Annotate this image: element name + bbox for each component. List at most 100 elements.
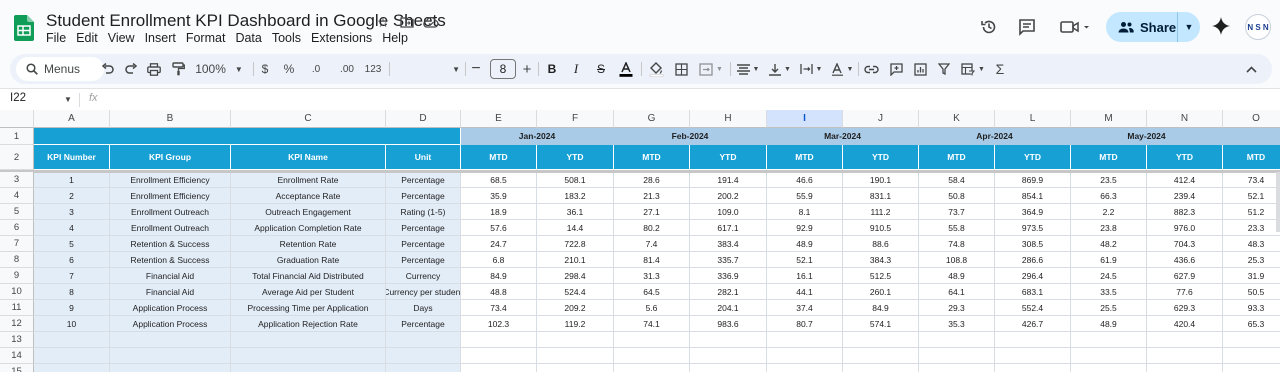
- data-cell[interactable]: Enrollment Efficiency: [110, 188, 231, 204]
- data-cell[interactable]: 24.5: [1071, 268, 1147, 284]
- sub-header-ytd[interactable]: YTD: [843, 145, 919, 170]
- paint-format-icon[interactable]: [169, 54, 187, 84]
- data-cell[interactable]: Outreach Engagement: [231, 204, 386, 220]
- data-cell[interactable]: Currency per student: [386, 284, 461, 300]
- data-cell[interactable]: 976.0: [1147, 220, 1223, 236]
- data-cell[interactable]: 512.5: [843, 268, 919, 284]
- more-formats-button[interactable]: 123: [363, 54, 383, 84]
- data-cell[interactable]: Retention Rate: [231, 236, 386, 252]
- sub-header-ytd[interactable]: YTD: [1147, 145, 1223, 170]
- google-sheets-logo-icon[interactable]: [14, 15, 34, 41]
- chevron-down-icon[interactable]: ▼: [64, 95, 72, 104]
- month-header[interactable]: Mar-2024: [767, 128, 919, 145]
- data-cell[interactable]: 260.1: [843, 284, 919, 300]
- data-cell[interactable]: 92.9: [767, 220, 843, 236]
- select-all-corner[interactable]: [0, 110, 34, 128]
- empty-cell[interactable]: [386, 348, 461, 364]
- data-cell[interactable]: Financial Aid: [110, 268, 231, 284]
- undo-icon[interactable]: [98, 54, 116, 84]
- data-cell[interactable]: 7.4: [614, 236, 690, 252]
- data-cell[interactable]: Graduation Rate: [231, 252, 386, 268]
- text-rotation-icon[interactable]: ▼: [828, 54, 856, 84]
- row-header-7[interactable]: 7: [0, 236, 34, 252]
- data-cell[interactable]: 882.3: [1147, 204, 1223, 220]
- empty-cell[interactable]: [386, 364, 461, 372]
- month-header[interactable]: Apr-2024: [919, 128, 1071, 145]
- insert-link-icon[interactable]: [862, 54, 880, 84]
- data-cell[interactable]: 6: [34, 252, 110, 268]
- empty-cell[interactable]: [110, 348, 231, 364]
- data-cell[interactable]: 8.1: [767, 204, 843, 220]
- month-header[interactable]: Feb-2024: [614, 128, 767, 145]
- month-header-next[interactable]: [1223, 128, 1280, 145]
- data-cell[interactable]: 73.7: [919, 204, 995, 220]
- data-cell[interactable]: 64.5: [614, 284, 690, 300]
- empty-cell[interactable]: [767, 348, 843, 364]
- search-menus-button[interactable]: Menus: [16, 57, 104, 81]
- data-cell[interactable]: 2: [34, 188, 110, 204]
- data-cell[interactable]: 6.8: [461, 252, 537, 268]
- data-cell[interactable]: 64.1: [919, 284, 995, 300]
- text-color-icon[interactable]: [616, 54, 636, 84]
- month-header[interactable]: May-2024: [1071, 128, 1223, 145]
- data-cell[interactable]: 383.4: [690, 236, 767, 252]
- column-header-b[interactable]: B: [110, 110, 231, 128]
- row-header-12[interactable]: 12: [0, 316, 34, 332]
- row-header-11[interactable]: 11: [0, 300, 34, 316]
- column-title-kpi-group[interactable]: KPI Group: [110, 145, 231, 170]
- move-to-folder-icon[interactable]: [397, 12, 417, 32]
- row-header-6[interactable]: 6: [0, 220, 34, 236]
- empty-cell[interactable]: [461, 348, 537, 364]
- sub-header-mtd[interactable]: MTD: [767, 145, 843, 170]
- data-cell[interactable]: 50.8: [919, 188, 995, 204]
- data-cell[interactable]: 282.1: [690, 284, 767, 300]
- empty-cell[interactable]: [919, 364, 995, 372]
- empty-cell[interactable]: [767, 332, 843, 348]
- data-cell[interactable]: 25.3: [1223, 252, 1280, 268]
- data-cell[interactable]: 25.5: [1071, 300, 1147, 316]
- data-cell[interactable]: 48.8: [461, 284, 537, 300]
- data-cell[interactable]: 52.1: [1223, 188, 1280, 204]
- empty-cell[interactable]: [1223, 348, 1280, 364]
- data-cell[interactable]: 48.3: [1223, 236, 1280, 252]
- data-cell[interactable]: 204.1: [690, 300, 767, 316]
- data-cell[interactable]: 31.3: [614, 268, 690, 284]
- column-header-l[interactable]: L: [995, 110, 1071, 128]
- insert-chart-icon[interactable]: [911, 54, 929, 84]
- data-cell[interactable]: 108.8: [919, 252, 995, 268]
- cloud-saved-icon[interactable]: [421, 12, 441, 32]
- data-cell[interactable]: 617.1: [690, 220, 767, 236]
- data-cell[interactable]: 48.9: [919, 268, 995, 284]
- data-cell[interactable]: 183.2: [537, 188, 614, 204]
- data-cell[interactable]: 84.9: [461, 268, 537, 284]
- gemini-sparkle-icon[interactable]: [1211, 16, 1231, 36]
- font-family-select[interactable]: ▼: [394, 54, 460, 84]
- star-icon[interactable]: ☆: [373, 12, 393, 32]
- share-main-button[interactable]: Share: [1106, 12, 1178, 42]
- data-cell[interactable]: Enrollment Efficiency: [110, 172, 231, 188]
- data-cell[interactable]: 869.9: [995, 172, 1071, 188]
- row-header-15[interactable]: 15: [0, 364, 34, 372]
- data-cell[interactable]: Acceptance Rate: [231, 188, 386, 204]
- column-header-j[interactable]: J: [843, 110, 919, 128]
- data-cell[interactable]: 55.8: [919, 220, 995, 236]
- data-cell[interactable]: 335.7: [690, 252, 767, 268]
- data-cell[interactable]: 3: [34, 204, 110, 220]
- empty-cell[interactable]: [690, 364, 767, 372]
- empty-cell[interactable]: [690, 332, 767, 348]
- empty-cell[interactable]: [690, 348, 767, 364]
- filter-icon[interactable]: [935, 54, 953, 84]
- data-cell[interactable]: 23.3: [1223, 220, 1280, 236]
- row-header-8[interactable]: 8: [0, 252, 34, 268]
- increase-decimal-button[interactable]: .00: [336, 54, 358, 84]
- empty-cell[interactable]: [461, 332, 537, 348]
- data-cell[interactable]: Retention & Success: [110, 236, 231, 252]
- print-icon[interactable]: [145, 54, 163, 84]
- data-cell[interactable]: 412.4: [1147, 172, 1223, 188]
- horizontal-align-icon[interactable]: ▼: [734, 54, 762, 84]
- empty-cell[interactable]: [537, 348, 614, 364]
- column-header-i[interactable]: I: [767, 110, 843, 128]
- menu-help[interactable]: Help: [382, 31, 414, 45]
- data-cell[interactable]: 66.3: [1071, 188, 1147, 204]
- decrease-font-size-button[interactable]: −: [469, 54, 483, 84]
